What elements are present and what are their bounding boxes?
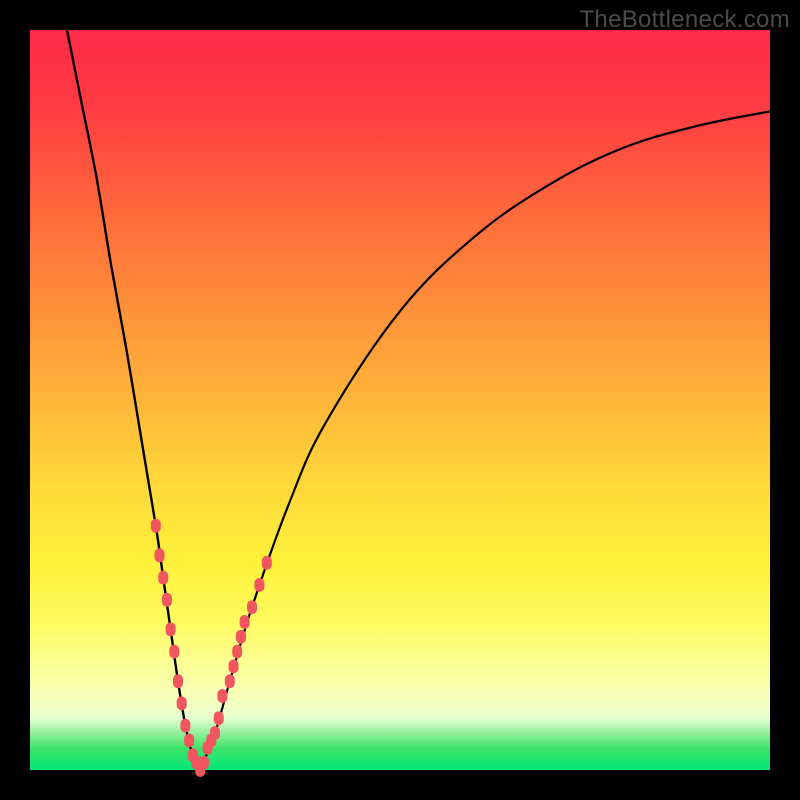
data-marker	[233, 645, 242, 658]
data-marker	[151, 519, 160, 532]
chart-frame: TheBottleneck.com	[0, 0, 800, 800]
data-marker	[211, 727, 220, 740]
data-marker	[159, 571, 168, 584]
data-marker	[248, 601, 257, 614]
data-marker	[181, 719, 190, 732]
data-marker	[170, 645, 179, 658]
data-marker	[262, 556, 271, 569]
data-marker	[162, 593, 171, 606]
data-marker	[236, 630, 245, 643]
data-marker	[255, 579, 264, 592]
plot-area	[30, 30, 770, 770]
watermark-text: TheBottleneck.com	[579, 6, 790, 34]
data-marker	[214, 712, 223, 725]
data-marker	[199, 756, 208, 769]
curve-left-branch	[67, 30, 200, 770]
data-marker	[218, 690, 227, 703]
curve-right-branch	[200, 111, 770, 770]
data-marker	[185, 734, 194, 747]
data-marker	[166, 623, 175, 636]
marker-group	[151, 519, 271, 776]
data-marker	[174, 675, 183, 688]
data-marker	[177, 697, 186, 710]
data-marker	[229, 660, 238, 673]
curve-svg	[30, 30, 770, 770]
data-marker	[225, 675, 234, 688]
data-marker	[240, 616, 249, 629]
data-marker	[155, 549, 164, 562]
